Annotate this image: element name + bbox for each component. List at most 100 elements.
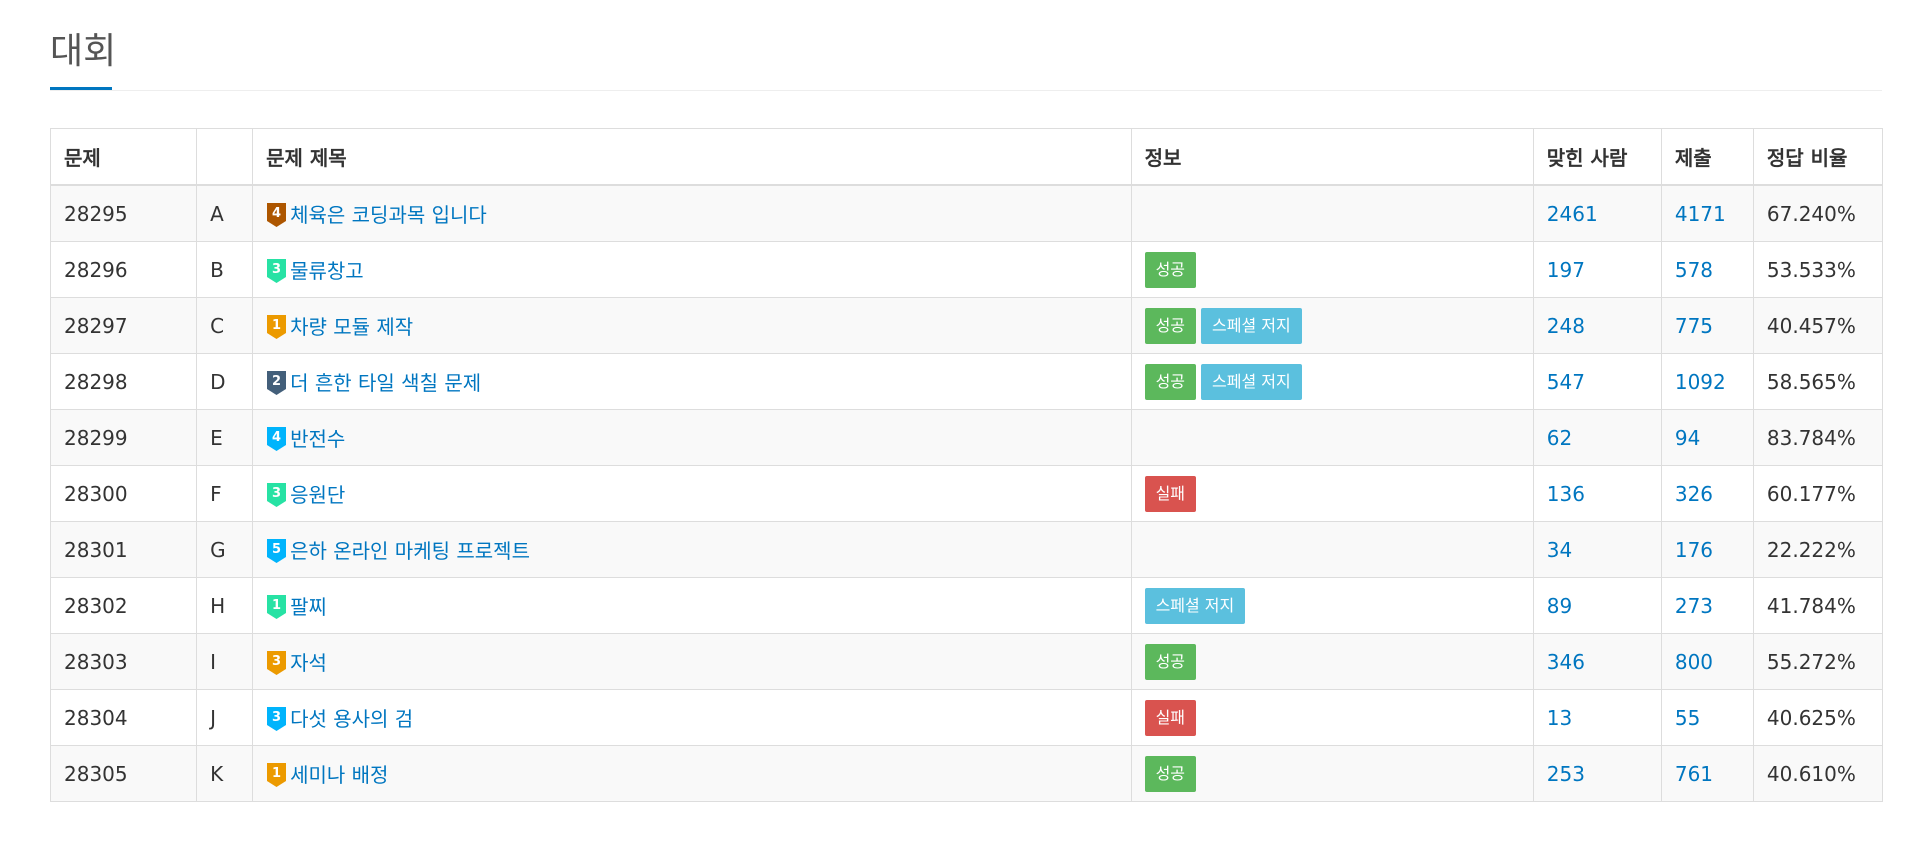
accept-ratio: 83.784% [1752, 409, 1884, 466]
table-header-row: 문제 문제 제목 정보 맞힌 사람 제출 정답 비율 [49, 128, 1884, 186]
problem-title-cell: 3 자석 [252, 633, 1132, 690]
submission-count-cell: 273 [1660, 577, 1754, 634]
problem-title-link[interactable]: 세미나 배정 [290, 763, 388, 787]
tier-level: 3 [272, 486, 281, 501]
tier-level: 1 [272, 598, 281, 613]
solved-count-cell: 13 [1532, 689, 1662, 746]
problem-id: 28302 [49, 577, 198, 634]
submission-count-link[interactable]: 775 [1675, 314, 1713, 338]
submission-count-link[interactable]: 578 [1675, 258, 1713, 282]
tier-shield-icon: 3 [266, 482, 287, 508]
table-row: 28301 G 5 은하 온라인 마케팅 프로젝트 34 176 22.222% [49, 521, 1884, 578]
solved-count-link[interactable]: 62 [1547, 426, 1572, 450]
accept-ratio: 53.533% [1752, 241, 1884, 298]
submission-count-link[interactable]: 800 [1675, 650, 1713, 674]
accept-ratio: 55.272% [1752, 633, 1884, 690]
header-info: 정보 [1130, 128, 1534, 186]
table-row: 28300 F 3 응원단 실패 136 326 60.177% [49, 465, 1884, 522]
success-badge: 성공 [1144, 251, 1197, 288]
problem-id: 28297 [49, 297, 198, 354]
accept-ratio: 40.625% [1752, 689, 1884, 746]
page-title: 대회 [50, 31, 117, 72]
problem-letter: B [196, 241, 254, 298]
problem-rows: 28295 A 4 체육은 코딩과목 입니다 2461 4171 67.240% 28296 B… [49, 184, 1884, 802]
accept-ratio: 58.565% [1752, 353, 1884, 410]
submission-count-link[interactable]: 273 [1675, 594, 1713, 618]
problem-title-link[interactable]: 팔찌 [290, 595, 327, 619]
solved-count-link[interactable]: 136 [1547, 482, 1585, 506]
tier-level: 3 [272, 710, 281, 725]
table-row: 28304 J 3 다섯 용사의 검 실패 13 55 40.625% [49, 689, 1884, 746]
problem-letter: I [196, 633, 254, 690]
problem-letter: C [196, 297, 254, 354]
table-row: 28299 E 4 반전수 62 94 83.784% [49, 409, 1884, 466]
submission-count-cell: 4171 [1660, 184, 1754, 242]
special-judge-badge: 스페셜 저지 [1201, 363, 1302, 400]
problem-info [1130, 409, 1534, 466]
problem-id: 28295 [49, 184, 198, 242]
problem-title-link[interactable]: 차량 모듈 제작 [290, 315, 413, 339]
problem-id: 28305 [49, 745, 198, 802]
solved-count-link[interactable]: 197 [1547, 258, 1585, 282]
submission-count-cell: 326 [1660, 465, 1754, 522]
problem-id: 28303 [49, 633, 198, 690]
problem-title-link[interactable]: 물류창고 [290, 259, 364, 283]
problem-info: 성공 [1130, 633, 1534, 690]
problem-info: 성공 스페셜 저지 [1130, 353, 1534, 410]
problem-title-link[interactable]: 자석 [290, 651, 327, 675]
tier-level: 1 [272, 766, 281, 781]
solved-count-link[interactable]: 253 [1547, 762, 1585, 786]
problem-id: 28304 [49, 689, 198, 746]
tier-level: 3 [272, 654, 281, 669]
submission-count-link[interactable]: 55 [1675, 706, 1700, 730]
problem-id: 28299 [49, 409, 198, 466]
problem-letter: E [196, 409, 254, 466]
problem-letter: G [196, 521, 254, 578]
submission-count-link[interactable]: 1092 [1675, 370, 1726, 394]
problem-title-link[interactable]: 은하 온라인 마케팅 프로젝트 [290, 539, 530, 563]
submission-count-link[interactable]: 94 [1675, 426, 1700, 450]
header-solved: 맞힌 사람 [1532, 128, 1662, 186]
solved-count-link[interactable]: 34 [1547, 538, 1572, 562]
submission-count-link[interactable]: 176 [1675, 538, 1713, 562]
success-badge: 성공 [1144, 363, 1197, 400]
problem-title-link[interactable]: 다섯 용사의 검 [290, 707, 413, 731]
solved-count-link[interactable]: 89 [1547, 594, 1572, 618]
solved-count-link[interactable]: 2461 [1547, 202, 1598, 226]
problem-info [1130, 521, 1534, 578]
problem-id: 28298 [49, 353, 198, 410]
solved-count-link[interactable]: 346 [1547, 650, 1585, 674]
submission-count-link[interactable]: 326 [1675, 482, 1713, 506]
problem-title-cell: 4 반전수 [252, 409, 1132, 466]
header-ratio: 정답 비율 [1752, 128, 1884, 186]
table-row: 28303 I 3 자석 성공 346 800 55.272% [49, 633, 1884, 690]
submission-count-link[interactable]: 761 [1675, 762, 1713, 786]
solved-count-cell: 62 [1532, 409, 1662, 466]
problem-id: 28300 [49, 465, 198, 522]
tier-shield-icon: 2 [266, 370, 287, 396]
header-problem: 문제 [49, 128, 198, 186]
problem-letter: D [196, 353, 254, 410]
page-header: 대회 [50, 0, 1882, 91]
accept-ratio: 67.240% [1752, 184, 1884, 242]
tier-shield-icon: 3 [266, 706, 287, 732]
tier-shield-icon: 3 [266, 258, 287, 284]
problem-info [1130, 184, 1534, 242]
solved-count-link[interactable]: 547 [1547, 370, 1585, 394]
solved-count-cell: 253 [1532, 745, 1662, 802]
special-judge-badge: 스페셜 저지 [1144, 587, 1246, 624]
problem-info: 실패 [1130, 465, 1534, 522]
problem-title-link[interactable]: 반전수 [290, 427, 345, 451]
tier-shield-icon: 4 [266, 202, 287, 228]
tier-level: 3 [272, 262, 281, 277]
tier-level: 4 [272, 430, 281, 445]
table-row: 28298 D 2 더 흔한 타일 색칠 문제 성공 스페셜 저지 547 1092 58.56… [49, 353, 1884, 410]
submission-count-link[interactable]: 4171 [1675, 202, 1726, 226]
problem-letter: J [196, 689, 254, 746]
problem-title-link[interactable]: 응원단 [290, 483, 345, 507]
solved-count-link[interactable]: 248 [1547, 314, 1585, 338]
problem-title-link[interactable]: 더 흔한 타일 색칠 문제 [290, 371, 481, 395]
solved-count-link[interactable]: 13 [1547, 706, 1572, 730]
problem-title-link[interactable]: 체육은 코딩과목 입니다 [290, 203, 487, 227]
success-badge: 성공 [1144, 643, 1197, 680]
